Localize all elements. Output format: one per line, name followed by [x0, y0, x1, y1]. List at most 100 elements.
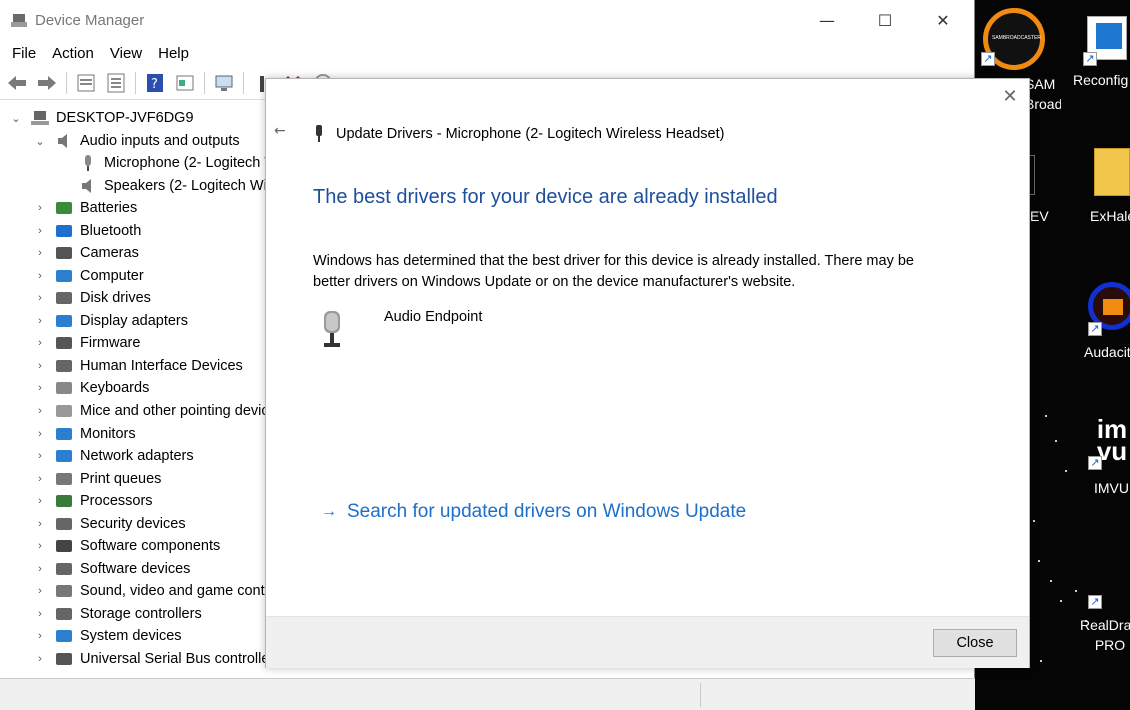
tree-device-speakers[interactable]: Speakers (2- Logitech Wireless Headset) — [78, 175, 265, 197]
chevron-right-icon[interactable]: › — [34, 450, 46, 462]
device-tree: ⌄ DESKTOP-JVF6DG9 ⌄ Audio inputs and out… — [0, 104, 265, 670]
menu-action[interactable]: Action — [44, 45, 102, 62]
tree-category[interactable]: › Firmware — [34, 332, 140, 354]
desktop-icon-reconfig[interactable]: ↗ Reconfig — [1065, 16, 1130, 88]
tree-category[interactable]: › Software components — [34, 535, 220, 557]
tree-category-label: Disk drives — [80, 290, 151, 307]
tree-category[interactable]: › Monitors — [34, 423, 135, 445]
toolbar-separator — [66, 71, 67, 94]
tree-category-label: Keyboards — [80, 380, 150, 397]
back-arrow-icon[interactable] — [6, 72, 28, 94]
desktop-icon-label: IMVU — [1094, 480, 1129, 496]
desktop-icon-sam-broadcaster[interactable]: SAMBROADCASTER ↗ — [975, 8, 1059, 76]
chevron-right-icon[interactable]: › — [34, 225, 46, 237]
chevron-right-icon[interactable]: › — [34, 337, 46, 349]
chevron-right-icon[interactable]: › — [34, 518, 46, 530]
chevron-right-icon[interactable]: › — [34, 428, 46, 440]
tree-category[interactable]: › Software devices — [34, 558, 190, 580]
chevron-right-icon[interactable]: › — [34, 585, 46, 597]
tree-category-label: Sound, video and game controllers — [80, 583, 265, 600]
chevron-right-icon[interactable]: › — [34, 247, 46, 259]
help-icon[interactable]: ? — [144, 72, 166, 94]
tree-category[interactable]: › Keyboards — [34, 377, 149, 399]
device-category-icon — [54, 334, 74, 352]
tree-category-label: Storage controllers — [80, 605, 202, 622]
device-category-icon — [54, 492, 74, 510]
tree-category-label: Software components — [80, 538, 221, 555]
chevron-right-icon[interactable]: › — [34, 270, 46, 282]
chevron-right-icon[interactable]: › — [34, 360, 46, 372]
tree-category[interactable]: › Security devices — [34, 513, 186, 535]
tree-category[interactable]: › Network adapters — [34, 445, 193, 467]
desktop-icon-imvu[interactable]: im vu ↗ IMVU — [1070, 416, 1130, 496]
tree-category-label: Security devices — [80, 515, 186, 532]
tree-category-audio[interactable]: ⌄ Audio inputs and outputs — [34, 130, 239, 152]
chevron-right-icon[interactable]: › — [34, 608, 46, 620]
chevron-right-icon[interactable]: › — [34, 495, 46, 507]
chevron-right-icon[interactable]: › — [34, 382, 46, 394]
tree-category[interactable]: › Bluetooth — [34, 220, 141, 242]
tree-category[interactable]: › Human Interface Devices — [34, 355, 243, 377]
chevron-right-icon[interactable]: › — [34, 315, 46, 327]
tree-category[interactable]: › Cameras — [34, 242, 139, 264]
device-category-icon — [54, 447, 74, 465]
scan-hardware-icon[interactable] — [213, 72, 235, 94]
tree-category-label: Batteries — [80, 200, 138, 216]
tree-category[interactable]: › Print queues — [34, 468, 161, 490]
minimize-button[interactable]: — — [798, 0, 856, 40]
chevron-right-icon[interactable]: › — [34, 540, 46, 552]
properties-icon[interactable] — [75, 72, 97, 94]
shortcut-arrow-icon: ↗ — [981, 52, 995, 66]
desktop-icon-audacity[interactable]: ↗ Audacity — [1070, 282, 1130, 360]
tree-category[interactable]: › Storage controllers — [34, 603, 202, 625]
device-category-icon — [54, 267, 74, 285]
close-button[interactable]: Close — [933, 629, 1017, 657]
desktop-icon-label: EV — [1030, 208, 1049, 224]
tree-root[interactable]: ⌄ DESKTOP-JVF6DG9 — [10, 107, 193, 129]
tree-category[interactable]: › Sound, video and game controllers — [34, 580, 265, 602]
tree-category[interactable]: › Mice and other pointing devices — [34, 400, 265, 422]
tree-category[interactable]: › Computer — [34, 265, 144, 287]
chevron-right-icon[interactable]: › — [34, 473, 46, 485]
chevron-down-icon[interactable]: ⌄ — [10, 112, 22, 125]
speaker-icon — [54, 132, 74, 150]
tree-category[interactable]: › Display adapters — [34, 310, 188, 332]
desktop-icon-exhale[interactable]: ExHale — [1070, 148, 1130, 224]
tree-category[interactable]: › Batteries — [34, 197, 137, 219]
toolbar-separator — [243, 71, 244, 94]
status-bar — [0, 678, 975, 710]
chevron-right-icon[interactable]: › — [34, 653, 46, 665]
logo-text: SAMBROADCASTER — [992, 35, 1041, 41]
device-category-icon — [54, 515, 74, 533]
close-button[interactable]: ✕ — [914, 0, 972, 40]
maximize-button[interactable]: ☐ — [856, 0, 914, 40]
list-icon[interactable] — [105, 72, 127, 94]
menu-help[interactable]: Help — [150, 45, 197, 62]
tree-device-microphone[interactable]: Microphone (2- Logitech Wireless Headset… — [78, 152, 265, 174]
device-category-icon — [54, 627, 74, 645]
chevron-right-icon[interactable]: › — [34, 563, 46, 575]
windows-update-link[interactable]: → Search for updated drivers on Windows … — [321, 501, 746, 523]
tree-category-label: Human Interface Devices — [80, 357, 243, 374]
tree-category[interactable]: › Processors — [34, 490, 152, 512]
device-category-icon — [54, 605, 74, 623]
desktop-icon-label: SAM Broadcast... — [1025, 76, 1061, 112]
tree-category[interactable]: › Disk drives — [34, 287, 151, 309]
chevron-right-icon[interactable]: › — [34, 630, 46, 642]
windows-update-link-text[interactable]: Search for updated drivers on Windows Up… — [347, 501, 746, 523]
chevron-down-icon[interactable]: ⌄ — [34, 135, 46, 148]
driver-details-icon[interactable] — [174, 72, 196, 94]
tree-category[interactable]: › System devices — [34, 625, 181, 647]
menu-view[interactable]: View — [102, 45, 150, 62]
chevron-right-icon[interactable]: › — [34, 202, 46, 214]
desktop-icon-realdraw[interactable]: ↗ RealDraw PRO — [1070, 585, 1130, 653]
title-bar[interactable]: Device Manager — ☐ ✕ — [0, 0, 974, 40]
back-arrow-icon[interactable]: ← — [274, 123, 292, 141]
tree-category[interactable]: › Universal Serial Bus controllers — [34, 648, 265, 670]
chevron-right-icon[interactable]: › — [34, 292, 46, 304]
dialog-close-icon[interactable]: ✕ — [1000, 87, 1020, 107]
chevron-right-icon[interactable]: › — [34, 405, 46, 417]
menu-file[interactable]: File — [4, 45, 44, 62]
desktop-icon-label: ExHale — [1090, 208, 1130, 224]
forward-arrow-icon[interactable] — [36, 72, 58, 94]
